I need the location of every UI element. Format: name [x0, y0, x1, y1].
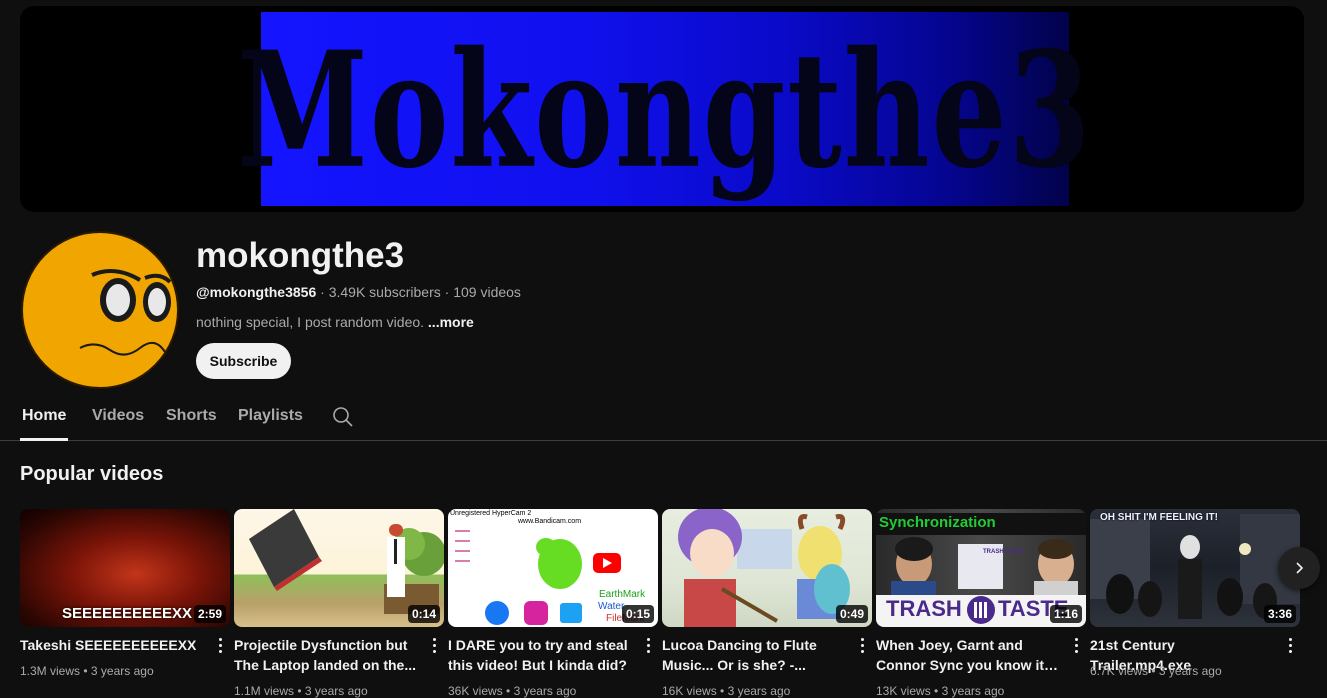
thumbnail-watermark-brand: EarthMark: [599, 589, 646, 600]
video-meta: 13K views • 3 years ago: [876, 684, 1005, 698]
video-duration: 3:36: [1263, 605, 1296, 623]
view-count: 16K views: [662, 684, 717, 698]
view-count: 1.1M views: [234, 684, 295, 698]
upload-age: 3 years ago: [941, 684, 1005, 698]
video-card[interactable]: SEEEEEEEEEEXX 2:59 Takeshi SEEEEEEEEEEXX…: [20, 509, 230, 678]
view-count: 6.7K views: [1090, 664, 1149, 678]
upload-age: 3 years ago: [1158, 664, 1222, 678]
channel-description[interactable]: nothing special, I post random video. ..…: [196, 314, 474, 330]
video-card[interactable]: Synchronization TRASH TASTE TRASH TASTE …: [876, 509, 1086, 698]
video-duration: 0:15: [621, 605, 654, 623]
video-meta: 1.3M views • 3 years ago: [20, 664, 154, 678]
more-options-icon[interactable]: [854, 635, 870, 655]
video-card[interactable]: Unregistered HyperCam 2 www.Bandicam.com…: [448, 509, 658, 698]
tab-videos[interactable]: Videos: [92, 407, 144, 425]
video-count: 109 videos: [453, 284, 521, 300]
video-thumbnail[interactable]: OH SHIT I'M FEELING IT! 3:36: [1090, 509, 1300, 627]
video-card[interactable]: 0:49 Lucoa Dancing to Flute Music... Or …: [662, 509, 872, 698]
section-title: Popular videos: [20, 463, 164, 485]
more-link[interactable]: ...more: [428, 314, 474, 330]
upload-age: 3 years ago: [304, 684, 368, 698]
video-duration: 0:14: [407, 605, 440, 623]
more-options-icon[interactable]: [1282, 635, 1298, 655]
more-options-icon[interactable]: [426, 635, 442, 655]
tab-playlists[interactable]: Playlists: [238, 407, 303, 425]
video-thumbnail[interactable]: SEEEEEEEEEEXX 2:59: [20, 509, 230, 627]
tab-shorts[interactable]: Shorts: [166, 407, 217, 425]
description-text: nothing special, I post random video.: [196, 314, 425, 330]
upload-age: 3 years ago: [90, 664, 154, 678]
more-options-icon[interactable]: [212, 635, 228, 655]
video-card[interactable]: 0:14 Projectile Dysfunction but The Lapt…: [234, 509, 444, 698]
more-options-icon[interactable]: [640, 635, 656, 655]
upload-age: 3 years ago: [513, 684, 577, 698]
channel-name: mokongthe3: [196, 236, 405, 275]
video-thumbnail[interactable]: 0:49: [662, 509, 872, 627]
subscribe-button[interactable]: Subscribe: [196, 343, 291, 379]
search-icon[interactable]: [332, 406, 354, 428]
video-thumbnail[interactable]: 0:14: [234, 509, 444, 627]
video-thumbnail[interactable]: Synchronization TRASH TASTE TRASH TASTE …: [876, 509, 1086, 627]
thumbnail-caption: OH SHIT I'M FEELING IT!: [1100, 512, 1218, 523]
video-title[interactable]: Takeshi SEEEEEEEEEEXX: [20, 635, 205, 655]
video-thumbnail[interactable]: Unregistered HyperCam 2 www.Bandicam.com…: [448, 509, 658, 627]
view-count: 13K views: [876, 684, 931, 698]
video-meta: 36K views • 3 years ago: [448, 684, 577, 698]
channel-meta: @mokongthe3856 · 3.49K subscribers · 109…: [196, 284, 521, 300]
carousel-next-button[interactable]: [1278, 547, 1320, 589]
upload-age: 3 years ago: [727, 684, 791, 698]
channel-handle: @mokongthe3856: [196, 284, 317, 300]
tab-home[interactable]: Home: [22, 407, 66, 425]
video-meta: 6.7K views • 3 years ago: [1090, 664, 1222, 678]
video-title[interactable]: I DARE you to try and steal this video! …: [448, 635, 633, 675]
channel-avatar[interactable]: [20, 230, 180, 390]
video-title[interactable]: When Joey, Garnt and Connor Sync you kno…: [876, 635, 1061, 675]
video-meta: 1.1M views • 3 years ago: [234, 684, 368, 698]
thumbnail-watermark-water: Water: [598, 601, 625, 612]
video-duration: 0:49: [835, 605, 868, 623]
banner-logo-text: Mokongthe3: [237, 15, 1093, 203]
meta-separator: ·: [320, 284, 329, 300]
channel-banner: Mokongthe3: [20, 6, 1304, 212]
video-meta: 16K views • 3 years ago: [662, 684, 791, 698]
avatar-face-image: [21, 231, 179, 389]
meta-separator: ·: [444, 284, 454, 300]
active-tab-indicator: [20, 438, 68, 441]
thumbnail-sign: TRASH TASTE: [983, 549, 1025, 555]
banner-artwork: Mokongthe3: [237, 12, 1091, 206]
channel-tabs: Home Videos Shorts Playlists: [0, 398, 1327, 441]
video-title[interactable]: Projectile Dysfunction but The Laptop la…: [234, 635, 419, 675]
view-count: 1.3M views: [20, 664, 81, 678]
thumbnail-caption-left: TRASH: [886, 596, 962, 621]
chevron-right-icon: [1296, 562, 1304, 574]
thumbnail-caption: SEEEEEEEEEEXX: [62, 605, 193, 622]
video-card[interactable]: OH SHIT I'M FEELING IT! 3:36 21st Centur…: [1090, 509, 1300, 678]
subscriber-count: 3.49K subscribers: [328, 284, 441, 300]
more-options-icon[interactable]: [1068, 635, 1084, 655]
video-title[interactable]: Lucoa Dancing to Flute Music... Or is sh…: [662, 635, 847, 675]
video-duration: 1:16: [1049, 605, 1082, 623]
view-count: 36K views: [448, 684, 503, 698]
video-duration: 2:59: [193, 605, 226, 623]
